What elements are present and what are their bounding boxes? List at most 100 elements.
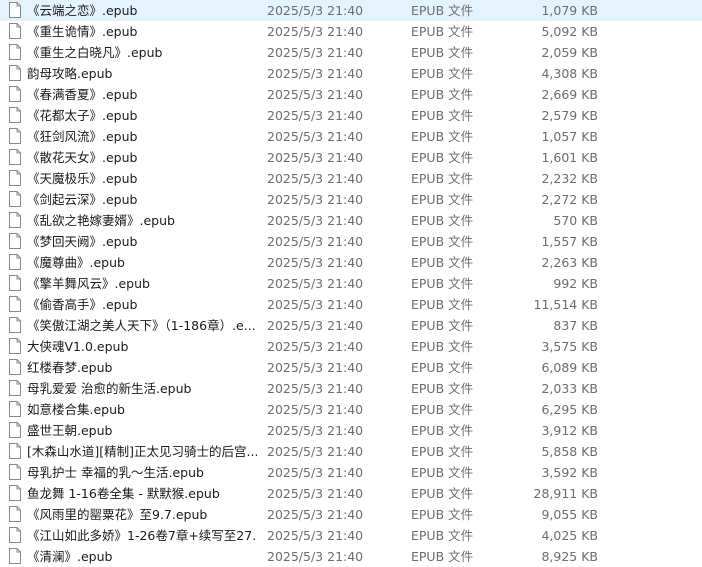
file-row[interactable]: 《剑起云深》.epub 2025/5/3 21:40 EPUB 文件 2,272… — [0, 189, 702, 210]
file-row[interactable]: 《笑傲江湖之美人天下》（1-186章）.e... 2025/5/3 21:40 … — [0, 315, 702, 336]
file-name: 《重生诡情》.epub — [27, 24, 138, 39]
file-row[interactable]: 盛世王朝.epub 2025/5/3 21:40 EPUB 文件 3,912 K… — [0, 420, 702, 441]
file-icon — [9, 359, 21, 375]
file-row[interactable]: 《天魔极乐》.epub 2025/5/3 21:40 EPUB 文件 2,232… — [0, 168, 702, 189]
file-date-modified: 2025/5/3 21:40 — [267, 339, 364, 354]
file-row[interactable]: 《偷香高手》.epub 2025/5/3 21:40 EPUB 文件 11,51… — [0, 294, 702, 315]
file-size: 2,033 KB — [541, 381, 598, 396]
file-name: 《狂剑风流》.epub — [27, 129, 138, 144]
file-size: 5,858 KB — [541, 444, 598, 459]
file-row[interactable]: 《云端之恋》.epub 2025/5/3 21:40 EPUB 文件 1,079… — [0, 0, 702, 21]
file-size: 2,263 KB — [541, 255, 598, 270]
file-size: 1,057 KB — [541, 129, 598, 144]
file-size: 5,092 KB — [541, 24, 598, 39]
file-name: 《江山如此多娇》1-26卷7章+续写至27... — [27, 528, 257, 543]
file-name: 《云端之恋》.epub — [27, 3, 138, 18]
file-date-modified: 2025/5/3 21:40 — [267, 507, 364, 522]
file-date-modified: 2025/5/3 21:40 — [267, 318, 364, 333]
file-name: 《春满香夏》.epub — [27, 87, 138, 102]
file-icon — [9, 254, 21, 270]
file-icon — [9, 422, 21, 438]
file-row[interactable]: 《魔尊曲》.epub 2025/5/3 21:40 EPUB 文件 2,263 … — [0, 252, 702, 273]
file-date-modified: 2025/5/3 21:40 — [267, 360, 364, 375]
file-size: 11,514 KB — [533, 297, 598, 312]
file-row[interactable]: 鱼龙舞 1-16卷全集 - 默默猴.epub 2025/5/3 21:40 EP… — [0, 483, 702, 504]
file-row[interactable]: 《江山如此多娇》1-26卷7章+续写至27... 2025/5/3 21:40 … — [0, 525, 702, 546]
file-size: 3,575 KB — [541, 339, 598, 354]
file-name: 《乱欲之艳嫁妻婿》.epub — [27, 213, 175, 228]
file-icon — [9, 86, 21, 102]
file-row[interactable]: 《重生诡情》.epub 2025/5/3 21:40 EPUB 文件 5,092… — [0, 21, 702, 42]
file-row[interactable]: 《乱欲之艳嫁妻婿》.epub 2025/5/3 21:40 EPUB 文件 57… — [0, 210, 702, 231]
file-size: 2,059 KB — [541, 45, 598, 60]
file-icon — [9, 317, 21, 333]
file-name: 盛世王朝.epub — [27, 423, 113, 438]
file-icon — [9, 506, 21, 522]
file-row[interactable]: 《清澜》.epub 2025/5/3 21:40 EPUB 文件 8,925 K… — [0, 546, 702, 567]
file-name: 《花都太子》.epub — [27, 108, 138, 123]
file-size: 4,025 KB — [541, 528, 598, 543]
file-name: [木森山水道][精制]正太见习骑士的后宫... — [27, 444, 257, 459]
file-row[interactable]: 《狂剑风流》.epub 2025/5/3 21:40 EPUB 文件 1,057… — [0, 126, 702, 147]
file-icon — [9, 65, 21, 81]
file-size: 4,308 KB — [541, 66, 598, 81]
file-date-modified: 2025/5/3 21:40 — [267, 549, 364, 564]
file-icon — [9, 548, 21, 564]
file-icon — [9, 128, 21, 144]
file-icon — [9, 296, 21, 312]
file-date-modified: 2025/5/3 21:40 — [267, 297, 364, 312]
file-row[interactable]: 《梦回天阙》.epub 2025/5/3 21:40 EPUB 文件 1,557… — [0, 231, 702, 252]
file-row[interactable]: 《擎羊舞风云》.epub 2025/5/3 21:40 EPUB 文件 992 … — [0, 273, 702, 294]
file-row[interactable]: 《春满香夏》.epub 2025/5/3 21:40 EPUB 文件 2,669… — [0, 84, 702, 105]
file-date-modified: 2025/5/3 21:40 — [267, 276, 364, 291]
file-size: 570 KB — [553, 213, 598, 228]
file-date-modified: 2025/5/3 21:40 — [267, 129, 364, 144]
file-name: 《梦回天阙》.epub — [27, 234, 138, 249]
file-row[interactable]: 母乳护士 幸福的乳～生活.epub 2025/5/3 21:40 EPUB 文件… — [0, 462, 702, 483]
file-date-modified: 2025/5/3 21:40 — [267, 381, 364, 396]
file-size: 992 KB — [553, 276, 598, 291]
file-date-modified: 2025/5/3 21:40 — [267, 213, 364, 228]
file-name: 《散花天女》.epub — [27, 150, 138, 165]
file-icon — [9, 464, 21, 480]
file-icon — [9, 2, 21, 18]
file-name: 《风雨里的罂粟花》至9.7.epub — [27, 507, 208, 522]
file-icon — [9, 380, 21, 396]
file-icon — [9, 485, 21, 501]
file-size: 3,912 KB — [541, 423, 598, 438]
file-date-modified: 2025/5/3 21:40 — [267, 45, 364, 60]
file-row[interactable]: 《重生之白晓凡》.epub 2025/5/3 21:40 EPUB 文件 2,0… — [0, 42, 702, 63]
file-row[interactable]: 大侠魂V1.0.epub 2025/5/3 21:40 EPUB 文件 3,57… — [0, 336, 702, 357]
file-icon — [9, 275, 21, 291]
file-name: 韵母攻略.epub — [27, 66, 113, 81]
file-row[interactable]: 韵母攻略.epub 2025/5/3 21:40 EPUB 文件 4,308 K… — [0, 63, 702, 84]
file-size: 6,295 KB — [541, 402, 598, 417]
file-row[interactable]: 《散花天女》.epub 2025/5/3 21:40 EPUB 文件 1,601… — [0, 147, 702, 168]
file-date-modified: 2025/5/3 21:40 — [267, 234, 364, 249]
file-row[interactable]: 《花都太子》.epub 2025/5/3 21:40 EPUB 文件 2,579… — [0, 105, 702, 126]
file-size: 2,232 KB — [541, 171, 598, 186]
file-icon — [9, 212, 21, 228]
file-icon — [9, 338, 21, 354]
file-size: 1,079 KB — [541, 3, 598, 18]
file-date-modified: 2025/5/3 21:40 — [267, 465, 364, 480]
file-size: 2,579 KB — [541, 108, 598, 123]
file-name: 《擎羊舞风云》.epub — [27, 276, 150, 291]
file-size: 1,557 KB — [541, 234, 598, 249]
file-date-modified: 2025/5/3 21:40 — [267, 402, 364, 417]
file-row[interactable]: 母乳爱爱 治愈的新生活.epub 2025/5/3 21:40 EPUB 文件 … — [0, 378, 702, 399]
file-row[interactable]: [木森山水道][精制]正太见习骑士的后宫... 2025/5/3 21:40 E… — [0, 441, 702, 462]
file-date-modified: 2025/5/3 21:40 — [267, 528, 364, 543]
file-name: 《重生之白晓凡》.epub — [27, 45, 163, 60]
file-row[interactable]: 如意楼合集.epub 2025/5/3 21:40 EPUB 文件 6,295 … — [0, 399, 702, 420]
file-row[interactable]: 《风雨里的罂粟花》至9.7.epub 2025/5/3 21:40 EPUB 文… — [0, 504, 702, 525]
file-date-modified: 2025/5/3 21:40 — [267, 3, 364, 18]
file-name: 《天魔极乐》.epub — [27, 171, 138, 186]
file-size: 8,925 KB — [541, 549, 598, 564]
file-row[interactable]: 红楼春梦.epub 2025/5/3 21:40 EPUB 文件 6,089 K… — [0, 357, 702, 378]
file-name: 红楼春梦.epub — [27, 360, 113, 375]
file-icon — [9, 191, 21, 207]
file-size: 3,592 KB — [541, 465, 598, 480]
file-date-modified: 2025/5/3 21:40 — [267, 150, 364, 165]
file-size: 837 KB — [553, 318, 598, 333]
